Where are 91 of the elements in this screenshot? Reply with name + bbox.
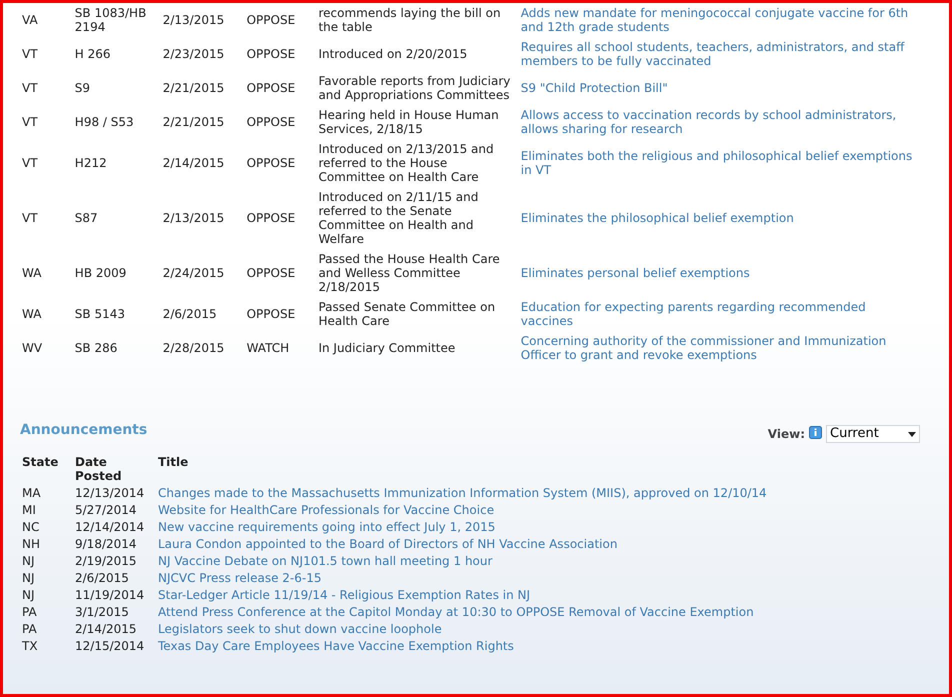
status-text: In Judiciary Committee (318, 341, 456, 355)
announcement-link[interactable]: New vaccine requirements going into effect July 1, 2015 (158, 520, 496, 534)
state-cell: VT (22, 47, 38, 61)
date-cell: 2/13/2015 (162, 211, 224, 225)
bill-description-link[interactable]: Adds new mandate for meningococcal conjugate vaccine for 6th and 12th grade students (520, 6, 919, 34)
status-text: Introduced on 2/20/2015 (318, 47, 468, 61)
announcement-link[interactable]: Website for HealthCare Professionals for Vaccine Choice (158, 502, 494, 516)
state-cell: VT (22, 211, 38, 225)
position-cell: OPPOSE (246, 266, 296, 280)
position-cell: OPPOSE (246, 156, 296, 170)
bill-number: SB 1083/HB 2194 (74, 6, 148, 34)
bill-number: H212 (74, 156, 108, 170)
bill-number: H98 / S53 (74, 115, 135, 129)
date-cell: 9/18/2014 (75, 536, 137, 550)
status-text: Favorable reports from Judiciary and Appropriations Committees (318, 74, 512, 102)
caret-icon (908, 432, 916, 436)
bill-number: SB 286 (74, 341, 118, 355)
bill-number: S9 (74, 81, 92, 95)
bill-description-link[interactable]: Education for expecting parents regarding recommended vaccines (520, 300, 919, 328)
status-text: Introduced on 2/11/15 and referred to the Senate Committee on Health and Welfare (318, 190, 480, 246)
bill-description-link[interactable]: Allows access to vaccination records by school administrators, allows sharing for research (520, 108, 919, 136)
section-title: Announcements (20, 423, 148, 437)
state-cell: PA (22, 604, 37, 618)
date-cell: 3/1/2015 (75, 604, 129, 618)
announcement-link[interactable]: Star-Ledger Article 11/19/14 - Religious Exemption Rates in NJ (158, 588, 530, 602)
position-cell: OPPOSE (246, 81, 296, 95)
date-cell: 2/6/2015 (75, 570, 129, 584)
state-cell: NJ (22, 570, 35, 584)
bill-description-link[interactable]: Eliminates personal belief exemptions (520, 266, 919, 280)
position-cell: WATCH (246, 341, 290, 355)
date-cell: 12/13/2014 (75, 486, 144, 500)
date-cell: 11/19/2014 (75, 588, 144, 602)
state-cell: MA (22, 486, 41, 500)
status-text: Passed Senate Committee on Health Care (318, 300, 496, 328)
bill-description-link[interactable]: Eliminates both the religious and philosophical belief exemptions in VT (520, 149, 919, 177)
date-cell: 2/23/2015 (162, 47, 224, 61)
date-cell: 2/14/2015 (75, 622, 137, 636)
date-cell: 12/14/2014 (75, 520, 144, 534)
column-header: State (22, 455, 60, 469)
position-cell: OPPOSE (246, 13, 296, 27)
state-cell: VT (22, 81, 38, 95)
announcement-link[interactable]: Changes made to the Massachusetts Immunization Information System (MIIS), approved on 12/10/14 (158, 486, 767, 500)
column-header: Date Posted (75, 455, 123, 483)
bill-description-link[interactable]: S9 "Child Protection Bill" (520, 81, 919, 95)
date-cell: 2/21/2015 (162, 115, 224, 129)
status-text: Passed the House Health Care and Welless Committee 2/18/2015 (318, 252, 501, 294)
state-cell: NC (22, 520, 40, 534)
status-text: Hearing held in House Human Services, 2/18/15 (318, 108, 500, 136)
bill-description-link[interactable]: Eliminates the philosophical belief exemption (520, 211, 919, 225)
view-label: View: (768, 427, 805, 441)
announcement-link[interactable]: NJCVC Press release 2-6-15 (158, 570, 322, 584)
status-text: Introduced on 2/13/2015 and referred to the House Committee on Health Care (318, 142, 495, 184)
state-cell: TX (22, 638, 38, 652)
bill-number: H 266 (74, 47, 112, 61)
date-cell: 2/19/2015 (75, 554, 137, 568)
status-text: recommends laying the bill on the table (318, 6, 502, 34)
state-cell: WA (22, 266, 42, 280)
state-cell: NJ (22, 588, 35, 602)
announcement-link[interactable]: NJ Vaccine Debate on NJ101.5 town hall meeting 1 hour (158, 554, 492, 568)
announcement-link[interactable]: Legislators seek to shut down vaccine loophole (158, 622, 442, 636)
date-cell: 2/28/2015 (162, 341, 224, 355)
state-cell: WV (22, 341, 42, 355)
bill-number: S87 (74, 211, 99, 225)
column-header: Title (158, 455, 190, 469)
date-cell: 2/24/2015 (162, 266, 224, 280)
position-cell: OPPOSE (246, 211, 296, 225)
position-cell: OPPOSE (246, 47, 296, 61)
announcement-link[interactable]: Texas Day Care Employees Have Vaccine Exemption Rights (158, 638, 514, 652)
announcement-link[interactable]: Laura Condon appointed to the Board of Directors of NH Vaccine Association (158, 536, 618, 550)
date-cell: 12/15/2014 (75, 638, 144, 652)
date-cell: 2/13/2015 (162, 13, 224, 27)
state-cell: NJ (22, 554, 35, 568)
bill-number: HB 2009 (74, 266, 128, 280)
date-cell: 2/21/2015 (162, 81, 224, 95)
date-cell: 2/14/2015 (162, 156, 224, 170)
bill-number: SB 5143 (74, 307, 126, 321)
state-cell: PA (22, 622, 37, 636)
state-cell: WA (22, 307, 42, 321)
date-cell: 5/27/2014 (75, 502, 137, 516)
bill-description-link[interactable]: Requires all school students, teachers, administrators, and staff members to be fully vaccinated (520, 40, 919, 68)
date-cell: 2/6/2015 (162, 307, 217, 321)
bill-description-link[interactable]: Concerning authority of the commissioner and Immunization Officer to grant and revoke exemptions (520, 334, 919, 362)
announcement-link[interactable]: Attend Press Conference at the Capitol Monday at 10:30 to OPPOSE Removal of Vaccine Exemption (158, 604, 754, 618)
state-cell: VT (22, 156, 38, 170)
position-cell: OPPOSE (246, 115, 296, 129)
position-cell: OPPOSE (246, 307, 296, 321)
state-cell: NH (22, 536, 40, 550)
view-dropdown[interactable]: Current (826, 425, 920, 443)
state-cell: VT (22, 115, 38, 129)
state-cell: VA (22, 13, 38, 27)
state-cell: MI (22, 502, 36, 516)
